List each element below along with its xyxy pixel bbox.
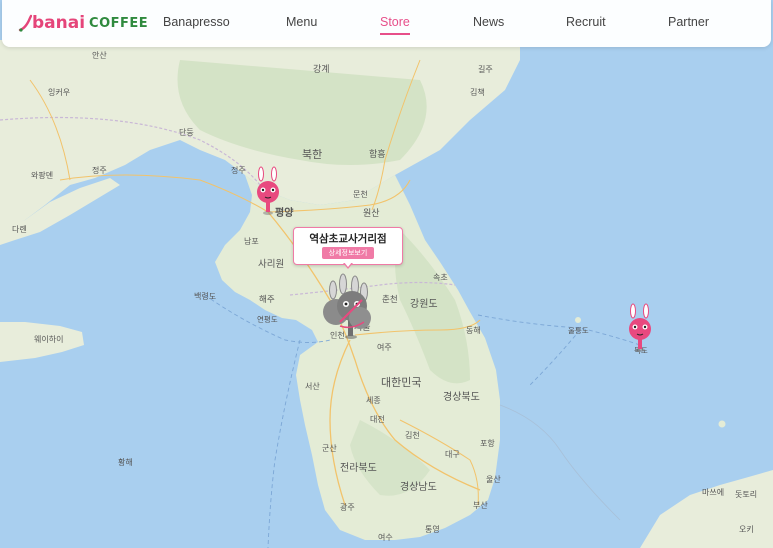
map-label-dandong: 단둥 (179, 127, 194, 137)
banai-coffee-logo[interactable]: banai COFFEE (18, 11, 148, 35)
map-label-sariwon: 사리원 (258, 259, 284, 270)
nav-banapresso[interactable]: Banapresso (163, 15, 230, 29)
map-label-hamheung: 함흥 (369, 148, 386, 160)
map-label-yeonpyeongdo: 연평도 (257, 314, 278, 324)
map-label-sejong: 세종 (366, 396, 381, 405)
map-label-gyeongsangnamdo: 경상남도 (400, 480, 437, 493)
map-label-haeju: 해주 (259, 295, 275, 305)
map-label-yeoju: 여주 (377, 342, 392, 352)
map-label-gwangju: 광주 (340, 502, 355, 512)
nav-menu[interactable]: Menu (286, 15, 317, 29)
nav-recruit[interactable]: Recruit (566, 15, 606, 29)
callout-tail-inner (344, 262, 352, 267)
map-label-munchon: 문천 (353, 189, 368, 199)
map-label-jeongju: 정주 (231, 165, 246, 175)
map-label-daehanminguk: 대한민국 (381, 376, 421, 389)
map-label-gangye: 강계 (313, 63, 330, 75)
map-label-yeosu: 여수 (378, 532, 393, 542)
map-label-wafangdian: 와팡뎬 (31, 170, 53, 180)
map-label-chuncheon: 춘천 (382, 294, 398, 305)
map-label-ulleungdo: 울릉도 (568, 326, 589, 335)
map-label-busan: 부산 (473, 500, 488, 510)
banana-logo-icon (18, 14, 32, 32)
map-label-yingkou: 잉커우 (48, 87, 70, 97)
map-label-seosan: 서산 (305, 381, 320, 391)
map-label-dalian: 다롄 (12, 224, 27, 234)
map-label-pohang: 포항 (480, 439, 495, 448)
map-label-nampo: 남포 (244, 237, 259, 246)
oki-island (718, 420, 726, 428)
map-label-dottori: 돗토리 (735, 490, 757, 499)
map-label-incheon: 인천 (330, 330, 345, 340)
top-nav-bar: banai COFFEE Banapresso Menu Store News … (2, 0, 771, 47)
map-label-bukhan: 북한 (302, 148, 322, 161)
map-label-gimchaek: 김책 (470, 87, 485, 97)
map-label-ulsan: 울산 (486, 474, 501, 484)
nav-news[interactable]: News (473, 15, 504, 29)
map-label-donghae: 동해 (466, 325, 481, 335)
map-label-daegu: 대구 (445, 450, 460, 459)
map-label-jeollabukdo: 전라북도 (340, 462, 377, 474)
store-name: 역삼초교사거리점 (309, 233, 387, 245)
nav-store-label: Store (380, 15, 410, 29)
map-label-anshan: 안산 (92, 50, 107, 60)
store-detail-button[interactable]: 상세정보보기 (322, 247, 374, 259)
map-label-wonsan: 원산 (363, 208, 380, 219)
map-label-tongyeong: 통영 (425, 524, 440, 534)
map-label-sokcho: 속초 (433, 273, 448, 282)
logo-text-banai: banai (32, 13, 86, 33)
map-label-gimcheon: 김천 (405, 430, 420, 440)
map-label-oki: 오키 (739, 525, 754, 534)
store-info-callout: 역삼초교사거리점 상세정보보기 (293, 227, 403, 269)
nav-partner[interactable]: Partner (668, 15, 709, 29)
nav-store[interactable]: Store (380, 15, 410, 35)
map-label-masan: 마쓰에 (702, 488, 724, 497)
map-label-gangwondo: 강원도 (410, 298, 438, 310)
map-label-gilju: 길주 (478, 65, 493, 74)
map-label-weihai: 웨이하이 (34, 334, 63, 344)
map-label-baengnyeongdo: 백령도 (194, 291, 216, 301)
store-map[interactable]: 안산 강계 길주 잉커우 김책 단둥 북한 함흥 와팡뎬 정주 정주 문천 평양… (0, 0, 773, 548)
map-label-gyeongsangbukdo: 경상북도 (443, 390, 480, 403)
map-label-hwanghae: 황해 (118, 457, 133, 467)
nav-active-underline (380, 33, 410, 35)
logo-text-coffee: COFFEE (89, 15, 149, 31)
ulleungdo-island (575, 317, 581, 323)
map-label-pyongyang: 평양 (275, 206, 294, 219)
map-label-jeongju2: 정주 (92, 165, 107, 175)
map-label-gunsan: 군산 (322, 443, 337, 453)
map-label-daejeon: 대전 (370, 414, 385, 424)
